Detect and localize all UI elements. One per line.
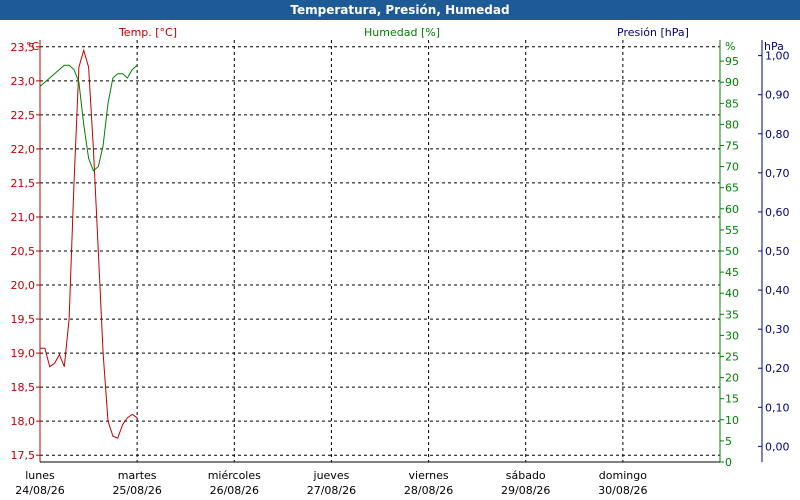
humidity-axis-unit: %: [725, 40, 735, 53]
temp-tick-label: 23,0: [11, 75, 36, 88]
humidity-tick-label: 0: [725, 456, 732, 469]
humidity-tick-label: 70: [725, 161, 739, 174]
x-tick-day-label: martes: [118, 469, 157, 482]
humidity-tick-label: 60: [725, 203, 739, 216]
temp-tick-label: 18,0: [11, 415, 36, 428]
humidity-tick-label: 5: [725, 435, 732, 448]
chart-window: Temperatura, Presión, Humedad 17,5 18,0 18…: [0, 0, 800, 500]
humidity-tick-label: 20: [725, 372, 739, 385]
temp-tick-label: 20,5: [11, 245, 36, 258]
temp-tick-label: 19,5: [11, 313, 36, 326]
pressure-tick-label: 0,10: [765, 401, 790, 414]
x-tick-day-label: viernes: [409, 469, 449, 482]
temp-tick-label: 19,0: [11, 347, 36, 360]
temp-tick-label: 20,0: [11, 279, 36, 292]
x-tick-date-label: 24/08/26: [15, 484, 64, 497]
x-tick-date-label: 29/08/26: [501, 484, 550, 497]
temp-axis-label: Temp. [°C]: [118, 26, 177, 39]
x-tick-day-label: lunes: [25, 469, 55, 482]
pressure-tick-label: 0,00: [765, 440, 790, 453]
pressure-axis-label: Presión [hPa]: [617, 26, 689, 39]
x-tick-day-label: miércoles: [208, 469, 261, 482]
x-tick-date-label: 26/08/26: [210, 484, 259, 497]
temp-tick-label: 17,5: [11, 449, 36, 462]
pressure-tick-label: 0,50: [765, 245, 790, 258]
humidity-tick-label: 75: [725, 140, 739, 153]
pressure-tick-label: 0,20: [765, 362, 790, 375]
temp-tick-label: 21,5: [11, 177, 36, 190]
humidity-tick-label: 15: [725, 393, 739, 406]
x-tick-date-label: 27/08/26: [307, 484, 356, 497]
window-title: Temperatura, Presión, Humedad: [0, 0, 800, 20]
humidity-tick-label: 80: [725, 118, 739, 131]
humidity-tick-label: 90: [725, 76, 739, 89]
humidity-tick-label: 35: [725, 308, 739, 321]
x-tick-date-label: 30/08/26: [598, 484, 647, 497]
temp-axis-unit: °C: [26, 40, 40, 53]
x-tick-date-label: 28/08/26: [404, 484, 453, 497]
temp-tick-label: 21,0: [11, 211, 36, 224]
pressure-axis-unit: hPa: [764, 40, 784, 53]
temp-tick-label: 22,5: [11, 109, 36, 122]
pressure-tick-label: 0,60: [765, 206, 790, 219]
humidity-tick-label: 65: [725, 182, 739, 195]
temp-tick-label: 18,5: [11, 381, 36, 394]
humidity-axis-label: Humedad [%]: [364, 26, 440, 39]
humidity-tick-label: 10: [725, 414, 739, 427]
pressure-tick-label: 0,80: [765, 128, 790, 141]
temperature-series-line: [40, 48, 138, 439]
humidity-tick-label: 55: [725, 224, 739, 237]
humidity-tick-label: 45: [725, 266, 739, 279]
humidity-tick-label: 50: [725, 245, 739, 258]
humidity-tick-label: 25: [725, 351, 739, 364]
humidity-tick-label: 40: [725, 287, 739, 300]
pressure-tick-label: 0,70: [765, 167, 790, 180]
pressure-tick-label: 0,90: [765, 89, 790, 102]
x-tick-date-label: 25/08/26: [112, 484, 161, 497]
temp-tick-label: 22,0: [11, 143, 36, 156]
x-tick-day-label: jueves: [313, 469, 350, 482]
pressure-tick-label: 0,40: [765, 284, 790, 297]
humidity-tick-label: 30: [725, 329, 739, 342]
x-tick-day-label: sábado: [506, 469, 546, 482]
humidity-tick-label: 95: [725, 55, 739, 68]
x-tick-day-label: domingo: [599, 469, 647, 482]
chart-canvas: 17,5 18,0 18,5 19,0 19,5 20,0 20,5 21,0 21,5 22,0…: [11, 26, 790, 497]
pressure-tick-label: 0,30: [765, 323, 790, 336]
humidity-tick-label: 85: [725, 97, 739, 110]
